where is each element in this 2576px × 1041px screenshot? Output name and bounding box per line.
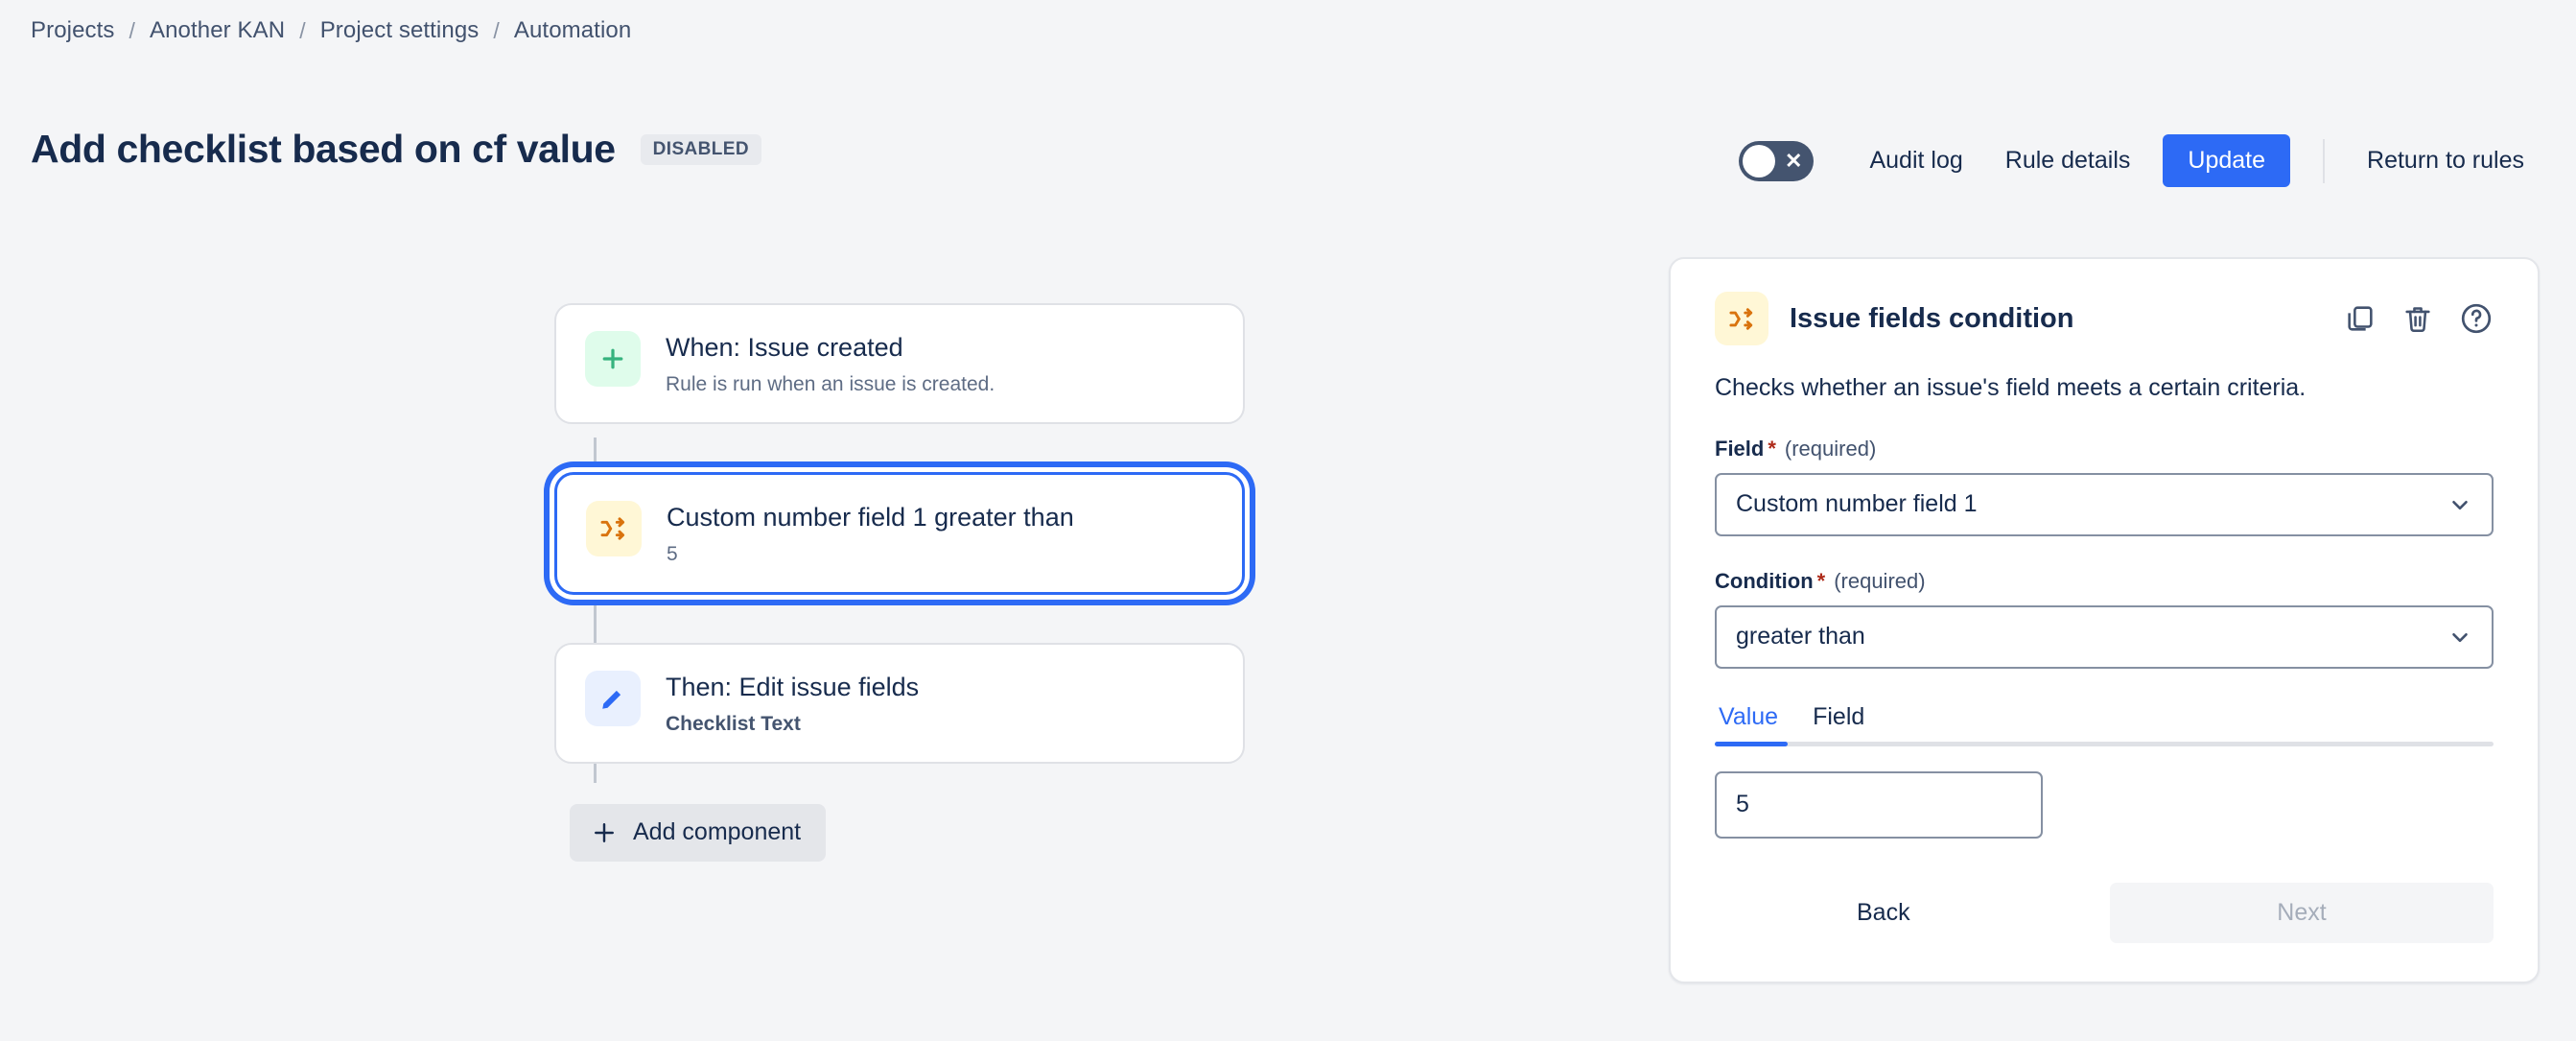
value-input[interactable] [1715, 770, 2043, 839]
tab-field[interactable]: Field [1809, 703, 1868, 742]
plus-icon [585, 331, 641, 387]
page-title: Add checklist based on cf value [31, 127, 616, 171]
help-icon[interactable] [2459, 301, 2494, 336]
header-actions: ✕ Audit log Rule details Update Return t… [1739, 134, 2545, 187]
condition-label-text: Condition [1715, 568, 1814, 593]
return-to-rules-button[interactable]: Return to rules [2346, 136, 2545, 185]
rule-flow-canvas: When: Issue created Rule is run when an … [554, 303, 1245, 863]
pencil-icon [585, 671, 641, 727]
required-marker: * [1768, 436, 1776, 461]
field-group-field: Field * (required) Custom number field 1 [1715, 437, 2494, 536]
required-marker: * [1816, 568, 1826, 593]
rule-enabled-toggle[interactable]: ✕ [1739, 140, 1815, 181]
header-divider [2323, 138, 2326, 183]
breadcrumb-item-another-kan[interactable]: Another KAN [150, 17, 285, 44]
panel-header: Issue fields condition [1715, 292, 2494, 345]
back-button[interactable]: Back [1832, 886, 1935, 940]
flow-node-title: When: Issue created [666, 333, 903, 362]
flow-node-subtitle: Rule is run when an issue is created. [666, 372, 995, 395]
next-button[interactable]: Next [2110, 882, 2494, 943]
tab-active-indicator [1715, 741, 1788, 746]
add-component-button[interactable]: Add component [570, 804, 827, 863]
required-text: (required) [1834, 568, 1926, 593]
flow-node-title: Custom number field 1 greater than [667, 503, 1074, 532]
breadcrumb-item-project-settings[interactable]: Project settings [320, 17, 480, 44]
breadcrumb-separator: / [493, 17, 500, 43]
panel-title: Issue fields condition [1790, 302, 2074, 334]
condition-select-value: greater than [1736, 623, 1865, 650]
flow-node-subtitle: Checklist Text [666, 712, 801, 735]
flow-node-title: Then: Edit issue fields [666, 673, 920, 702]
condition-label: Condition * (required) [1715, 569, 2494, 594]
rule-details-button[interactable]: Rule details [1984, 136, 2152, 185]
panel-footer: Back Next [1715, 882, 2494, 943]
status-badge: DISABLED [640, 133, 761, 165]
trash-icon[interactable] [2401, 302, 2434, 335]
toggle-knob [1743, 144, 1776, 177]
duplicate-icon[interactable] [2344, 302, 2377, 335]
breadcrumb-separator: / [299, 17, 306, 43]
panel-description: Checks whether an issue's field meets a … [1715, 374, 2307, 401]
breadcrumb: Projects / Another KAN / Project setting… [31, 17, 631, 44]
field-label: Field * (required) [1715, 437, 2494, 461]
field-select[interactable]: Custom number field 1 [1715, 472, 2494, 536]
flow-node-trigger[interactable]: When: Issue created Rule is run when an … [554, 303, 1245, 425]
chevron-down-icon [2447, 492, 2472, 517]
breadcrumb-item-automation[interactable]: Automation [514, 17, 631, 44]
required-text: (required) [1784, 436, 1877, 461]
flow-node-action[interactable]: Then: Edit issue fields Checklist Text [554, 643, 1245, 765]
automation-rule-editor-page: Projects / Another KAN / Project setting… [0, 0, 2576, 1041]
flow-node-condition[interactable]: Custom number field 1 greater than 5 [554, 472, 1245, 596]
breadcrumb-separator: / [129, 17, 135, 43]
audit-log-button[interactable]: Audit log [1848, 136, 1983, 185]
field-label-text: Field [1715, 436, 1765, 461]
tab-underline-track [1715, 741, 2494, 746]
chevron-down-icon [2447, 625, 2472, 650]
title-row: Add checklist based on cf value DISABLED [31, 127, 761, 172]
breadcrumb-item-projects[interactable]: Projects [31, 17, 115, 44]
plus-icon [595, 822, 614, 842]
component-config-panel: Issue fields condition Checks whether an… [1669, 257, 2540, 983]
tab-strip: Value Field [1715, 703, 2494, 742]
value-source-tabs: Value Field [1715, 703, 2494, 839]
flow-node-subtitle: 5 [667, 542, 678, 565]
shuffle-icon [586, 501, 642, 557]
tab-value[interactable]: Value [1715, 703, 1782, 742]
shuffle-icon [1715, 292, 1768, 345]
field-group-condition: Condition * (required) greater than [1715, 569, 2494, 669]
add-component-label: Add component [633, 818, 802, 846]
close-icon: ✕ [1785, 148, 1803, 173]
panel-header-actions [2344, 301, 2494, 336]
field-select-value: Custom number field 1 [1736, 490, 1978, 517]
condition-select[interactable]: greater than [1715, 604, 2494, 669]
update-button[interactable]: Update [2163, 134, 2291, 187]
